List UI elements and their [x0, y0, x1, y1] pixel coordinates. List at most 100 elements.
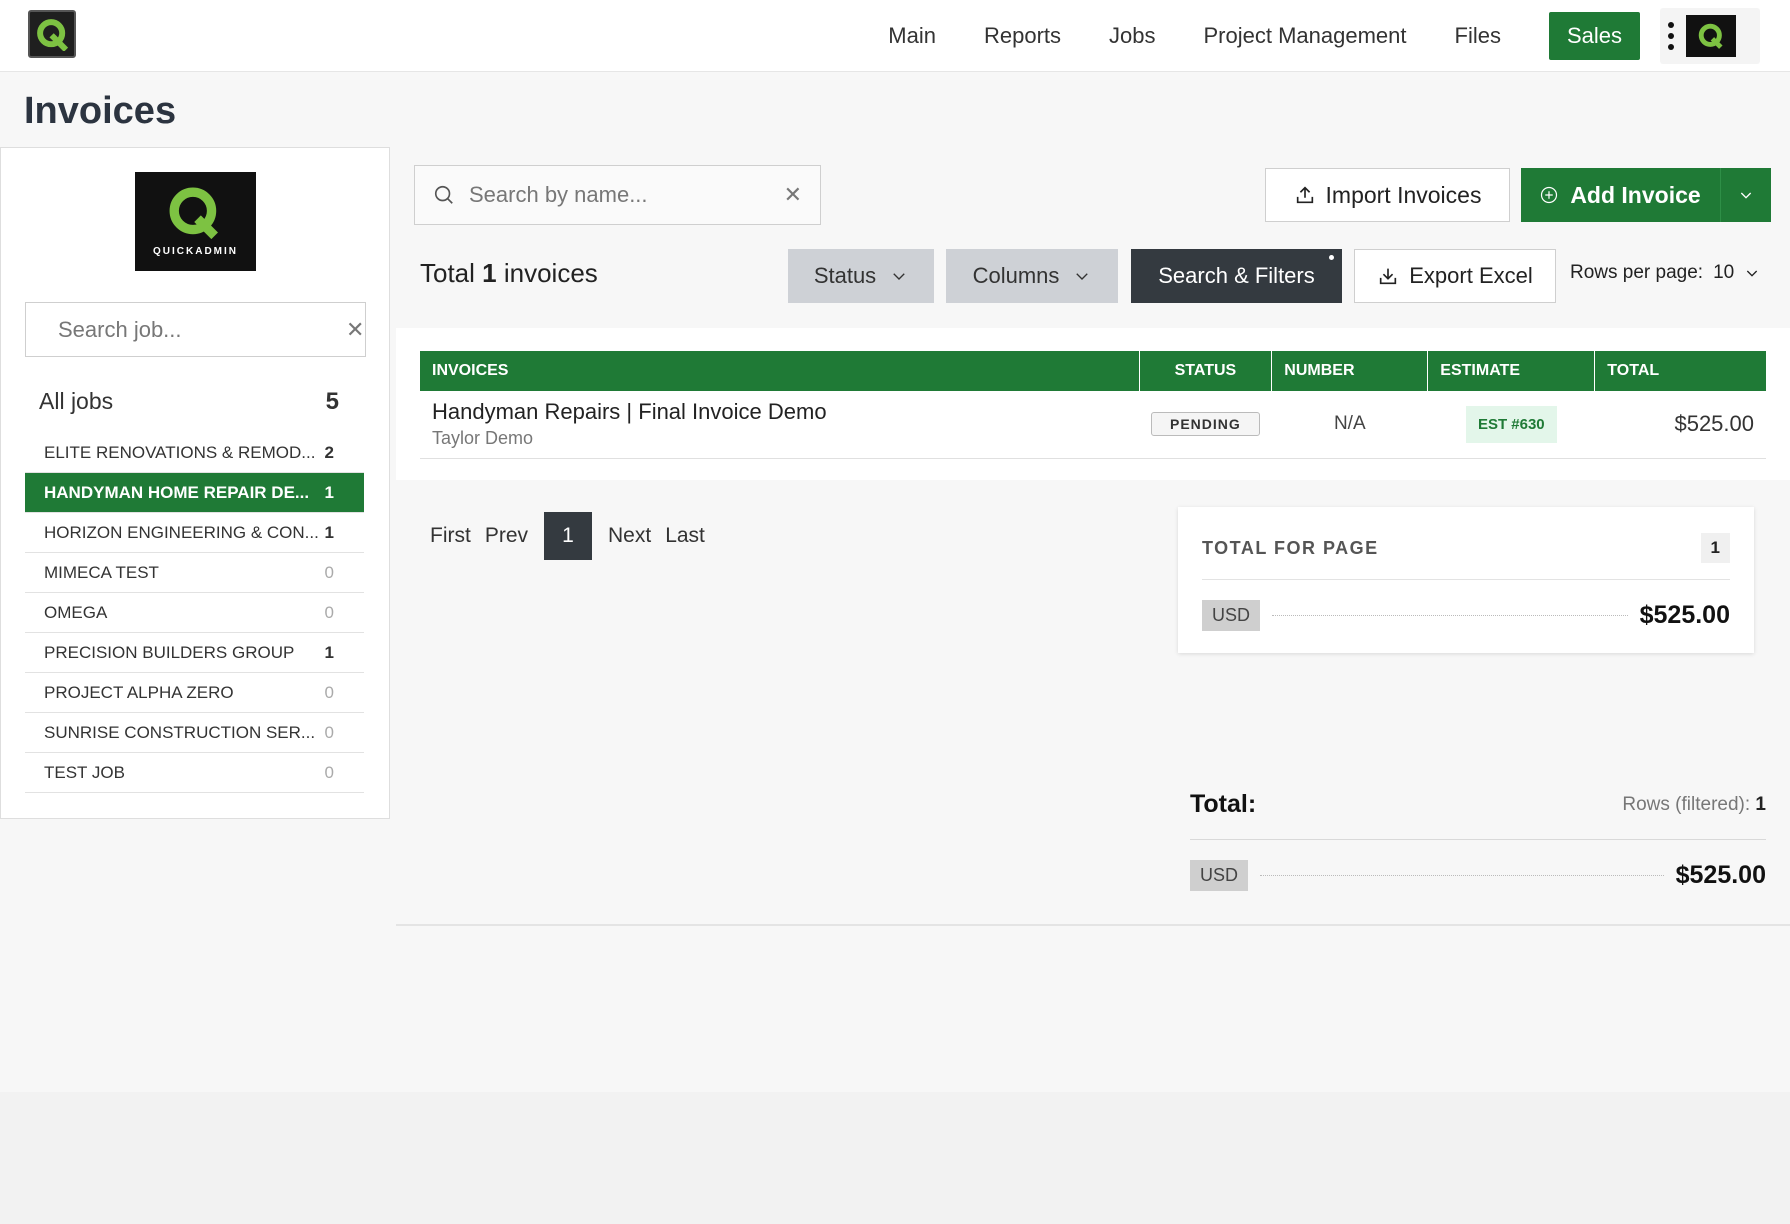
plus-circle-icon: [1541, 186, 1558, 204]
grand-total: Total: Rows (filtered): 1 USD $525.00: [1190, 790, 1766, 891]
currency-tag: USD: [1190, 860, 1249, 891]
header-number[interactable]: NUMBER: [1271, 351, 1429, 391]
dotted-leader: [1272, 615, 1628, 616]
page-current[interactable]: 1: [544, 512, 593, 560]
footer-band: [0, 1092, 1790, 1224]
sidebar-job-item[interactable]: OMEGA 0: [25, 593, 364, 633]
job-name: HORIZON ENGINEERING & CON...: [44, 522, 319, 542]
grand-total-label: Total:: [1190, 790, 1257, 818]
rows-filtered: Rows (filtered): 1: [1622, 794, 1766, 816]
nav-main[interactable]: Main: [888, 23, 936, 49]
header-status[interactable]: STATUS: [1139, 351, 1273, 391]
job-count: 1: [324, 522, 334, 542]
import-invoices-label: Import Invoices: [1325, 181, 1482, 208]
company-avatar[interactable]: [1686, 15, 1736, 57]
sidebar-job-item[interactable]: HORIZON ENGINEERING & CON... 1: [25, 513, 364, 553]
upload-icon: [1296, 186, 1313, 204]
total-suffix: invoices: [503, 258, 598, 288]
nav-reports[interactable]: Reports: [984, 23, 1061, 49]
page-title: Invoices: [24, 90, 177, 132]
sidebar-job-item[interactable]: MIMECA TEST 0: [25, 553, 364, 593]
status-cell: PENDING: [1139, 391, 1272, 459]
dotted-leader: [1260, 875, 1664, 876]
columns-button[interactable]: Columns: [946, 249, 1118, 303]
search-icon: [434, 185, 453, 204]
sidebar-job-item[interactable]: HANDYMAN HOME REPAIR DE... 1: [25, 473, 364, 513]
job-count: 0: [324, 722, 334, 742]
page-last[interactable]: Last: [665, 524, 705, 548]
close-icon[interactable]: ✕: [784, 182, 802, 208]
pagination: First Prev 1 Next Last: [430, 512, 719, 560]
job-search-input[interactable]: [58, 316, 346, 343]
sidebar-job-item[interactable]: PROJECT ALPHA ZERO 0: [25, 673, 364, 713]
job-name: OMEGA: [44, 602, 108, 622]
chevron-down-icon: [1747, 270, 1758, 277]
invoice-name[interactable]: Handyman Repairs | Final Invoice Demo: [432, 399, 1127, 425]
add-invoice-label: Add Invoice: [1570, 181, 1701, 208]
rows-per-page-label: Rows per page:: [1570, 262, 1704, 283]
logo-mark-icon: [37, 19, 69, 51]
search-filters-button[interactable]: Search & Filters: [1131, 249, 1342, 303]
invoice-total: $525.00: [1594, 391, 1766, 459]
status-filter-button[interactable]: Status: [788, 249, 934, 303]
invoice-number: N/A: [1271, 391, 1428, 459]
jobs-sidebar: QUICKADMIN ✕ All jobs 5 ELITE RENOVATION…: [0, 147, 390, 819]
sidebar-job-item[interactable]: SUNRISE CONSTRUCTION SER... 0: [25, 713, 364, 753]
grand-total-header: Total: Rows (filtered): 1: [1190, 790, 1766, 840]
page-total-count: 1: [1700, 533, 1730, 563]
all-jobs-row[interactable]: All jobs 5: [39, 388, 339, 416]
logo-mark-icon: [1698, 23, 1723, 49]
status-filter-label: Status: [813, 263, 877, 288]
app-logo[interactable]: [28, 10, 76, 58]
all-jobs-label: All jobs: [39, 388, 114, 414]
page-next[interactable]: Next: [608, 524, 651, 548]
account-menu[interactable]: [1660, 8, 1760, 64]
rows-filtered-count: 1: [1755, 793, 1766, 815]
rows-per-page-value: 10: [1713, 262, 1735, 283]
sidebar-job-item[interactable]: TEST JOB 0: [25, 753, 364, 793]
import-invoices-button[interactable]: Import Invoices: [1265, 168, 1510, 222]
nav-files[interactable]: Files: [1455, 23, 1501, 49]
rows-per-page[interactable]: Rows per page: 10: [1570, 262, 1760, 284]
estimate-link[interactable]: EST #630: [1465, 405, 1557, 443]
close-icon[interactable]: ✕: [346, 317, 364, 343]
job-list: ELITE RENOVATIONS & REMOD... 2 HANDYMAN HO…: [25, 433, 364, 793]
page-prev[interactable]: Prev: [485, 524, 528, 548]
status-badge: PENDING: [1151, 412, 1260, 437]
add-invoice-main[interactable]: Add Invoice: [1521, 168, 1721, 222]
header-total[interactable]: TOTAL: [1594, 351, 1766, 391]
job-count: 1: [324, 482, 334, 502]
grand-total-amount: $525.00: [1675, 861, 1766, 889]
search-filters-label: Search & Filters: [1158, 263, 1315, 288]
all-jobs-count: 5: [325, 388, 339, 415]
page-total-card: TOTAL FOR PAGE 1 USD $525.00: [1178, 507, 1754, 653]
nav-project-management[interactable]: Project Management: [1204, 23, 1407, 49]
nav-jobs[interactable]: Jobs: [1109, 23, 1155, 49]
job-name: MIMECA TEST: [44, 562, 159, 582]
job-name: ELITE RENOVATIONS & REMOD...: [44, 442, 316, 462]
job-name: PROJECT ALPHA ZERO: [44, 682, 234, 702]
sidebar-job-item[interactable]: ELITE RENOVATIONS & REMOD... 2: [25, 433, 364, 473]
invoice-search-input[interactable]: [469, 182, 784, 208]
page-total-label: TOTAL FOR PAGE: [1202, 537, 1379, 558]
chevron-down-icon: [893, 273, 905, 280]
add-invoice-button[interactable]: Add Invoice: [1521, 168, 1771, 222]
job-count: 2: [324, 442, 334, 462]
rows-filtered-label: Rows (filtered):: [1622, 793, 1751, 815]
active-filter-indicator: [1329, 255, 1334, 260]
more-vertical-icon[interactable]: [1668, 22, 1674, 50]
page-total-header: TOTAL FOR PAGE 1: [1202, 533, 1730, 580]
job-count: 1: [324, 642, 334, 662]
add-invoice-dropdown[interactable]: [1721, 187, 1771, 203]
nav-sales[interactable]: Sales: [1548, 12, 1640, 60]
header-estimate[interactable]: ESTIMATE: [1427, 351, 1596, 391]
header-invoices[interactable]: INVOICES: [420, 351, 1140, 391]
download-icon: [1380, 268, 1397, 285]
sidebar-job-item[interactable]: PRECISION BUILDERS GROUP 1: [25, 633, 364, 673]
page-first[interactable]: First: [430, 524, 471, 548]
invoice-cell[interactable]: Handyman Repairs | Final Invoice Demo Ta…: [420, 391, 1139, 459]
company-logo: QUICKADMIN: [135, 172, 256, 271]
job-name: SUNRISE CONSTRUCTION SER...: [44, 722, 316, 742]
export-excel-button[interactable]: Export Excel: [1354, 249, 1556, 303]
table-row[interactable]: Handyman Repairs | Final Invoice Demo Ta…: [420, 391, 1766, 459]
